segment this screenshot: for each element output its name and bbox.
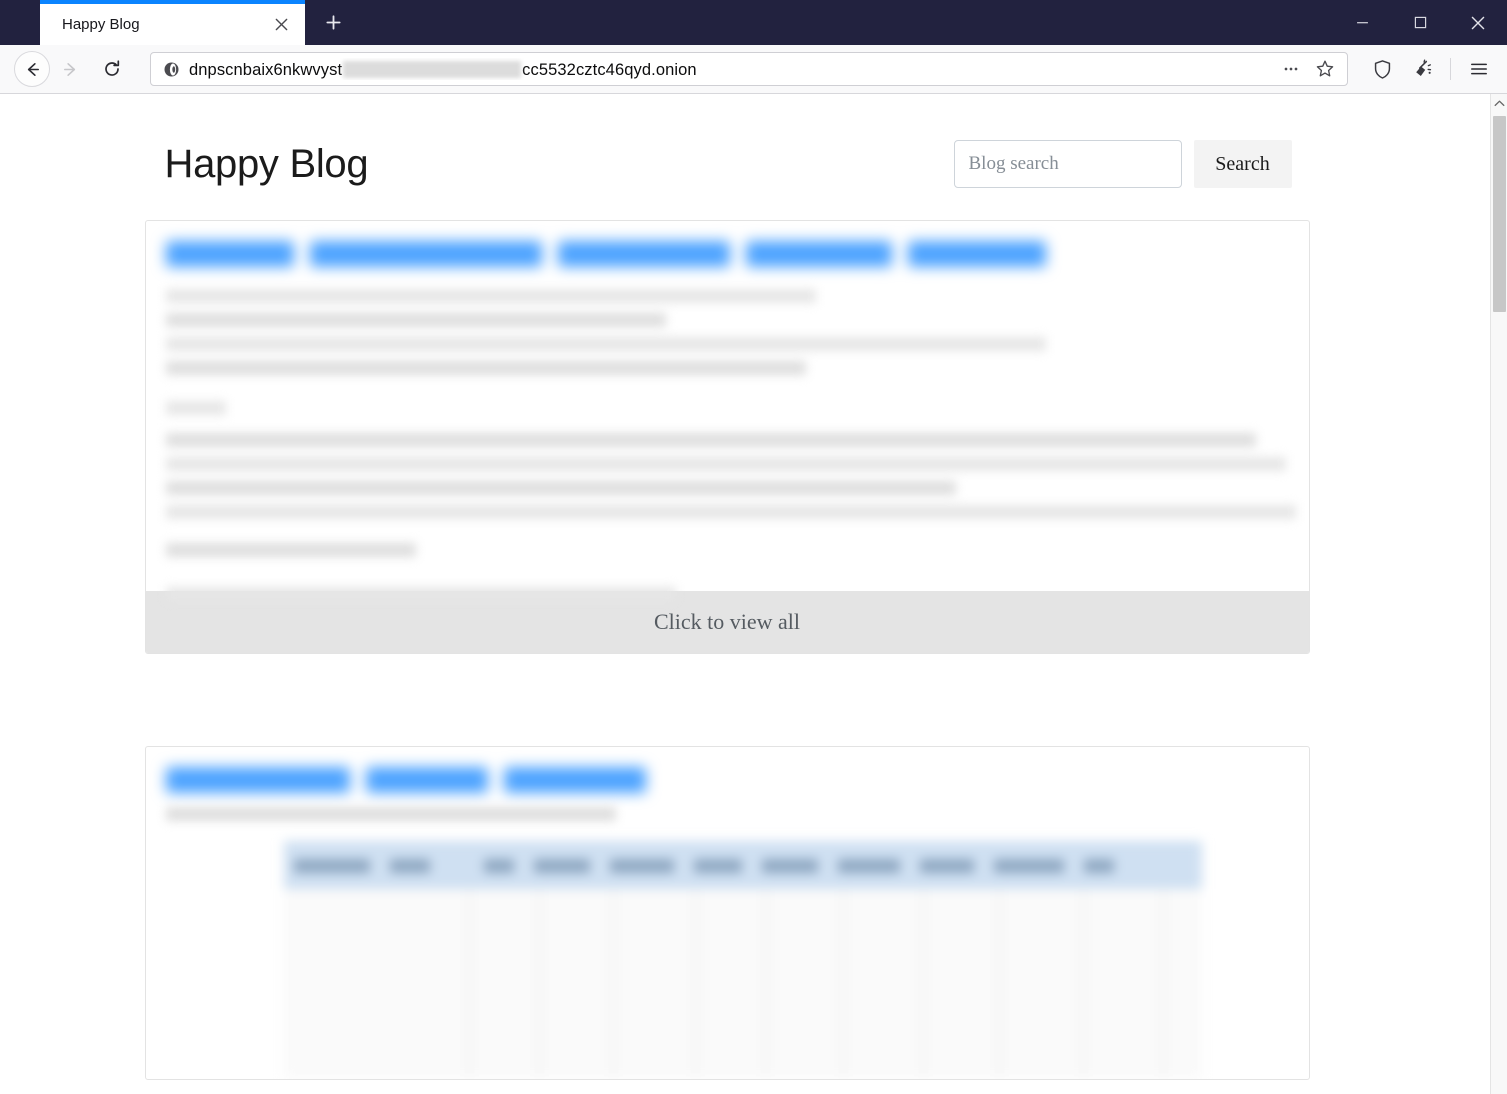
content-area: Happy Blog Search bbox=[0, 94, 1507, 1094]
tabstrip-left-padding bbox=[0, 0, 40, 45]
scrollbar-track[interactable] bbox=[1491, 112, 1507, 1094]
table-header-row bbox=[283, 841, 1202, 889]
scrollbar-thumb[interactable] bbox=[1492, 116, 1506, 312]
post-table-screenshot bbox=[283, 841, 1202, 1079]
search-button[interactable]: Search bbox=[1193, 140, 1292, 188]
url-bar[interactable]: dnpscnbaix6nkwvyst cc5532cztc46qyd.onion bbox=[150, 52, 1348, 86]
post-card[interactable] bbox=[144, 746, 1310, 1080]
onion-icon bbox=[161, 61, 181, 78]
post-excerpt bbox=[165, 289, 1296, 601]
page-title: Happy Blog bbox=[164, 141, 369, 186]
search-input[interactable] bbox=[953, 140, 1182, 188]
toolbar-right bbox=[1364, 52, 1497, 86]
tab-close-icon[interactable] bbox=[267, 11, 295, 39]
page-scrollbar[interactable] bbox=[1490, 94, 1507, 1094]
tab-title: Happy Blog bbox=[62, 16, 140, 33]
tab-strip: Happy Blog bbox=[0, 0, 1507, 45]
search-area: Search bbox=[953, 140, 1292, 188]
url-text: dnpscnbaix6nkwvyst cc5532cztc46qyd.onion bbox=[189, 58, 1275, 80]
back-button[interactable] bbox=[14, 51, 50, 87]
toolbar-separator bbox=[1450, 58, 1451, 80]
tab-happy-blog[interactable]: Happy Blog bbox=[40, 0, 305, 45]
post-body bbox=[146, 221, 1309, 601]
web-page: Happy Blog Search bbox=[0, 94, 1490, 1094]
window-close-button[interactable] bbox=[1449, 0, 1507, 45]
post-title-link[interactable] bbox=[165, 241, 1289, 267]
urlbar-actions bbox=[1275, 54, 1341, 84]
broom-icon[interactable] bbox=[1404, 52, 1440, 86]
new-tab-button[interactable] bbox=[313, 2, 353, 42]
url-redacted-segment bbox=[343, 61, 522, 78]
table-body bbox=[283, 889, 1202, 1079]
url-prefix: dnpscnbaix6nkwvyst bbox=[189, 61, 343, 79]
post-card[interactable]: Click to view all bbox=[144, 220, 1310, 654]
post-title-link[interactable] bbox=[165, 767, 1289, 793]
ellipsis-icon[interactable] bbox=[1275, 54, 1307, 84]
post-body bbox=[146, 747, 1309, 1079]
post-excerpt bbox=[165, 807, 1289, 821]
shield-icon[interactable] bbox=[1364, 52, 1400, 86]
site-header: Happy Blog Search bbox=[145, 122, 1310, 206]
reload-button[interactable] bbox=[94, 51, 130, 87]
hamburger-menu-icon[interactable] bbox=[1461, 52, 1497, 86]
window-maximize-button[interactable] bbox=[1391, 0, 1449, 45]
star-icon[interactable] bbox=[1309, 54, 1341, 84]
forward-button[interactable] bbox=[52, 51, 88, 87]
url-suffix: cc5532cztc46qyd.onion bbox=[522, 61, 697, 79]
navigation-toolbar: dnpscnbaix6nkwvyst cc5532cztc46qyd.onion bbox=[0, 45, 1507, 94]
scrollbar-up-arrow[interactable] bbox=[1491, 94, 1507, 112]
page-container: Happy Blog Search bbox=[144, 94, 1310, 1080]
window-minimize-button[interactable] bbox=[1333, 0, 1391, 45]
window-controls bbox=[1333, 0, 1507, 45]
browser-window: Happy Blog dnpscnbaix6nkwvyst cc5532cztc… bbox=[0, 0, 1507, 1094]
